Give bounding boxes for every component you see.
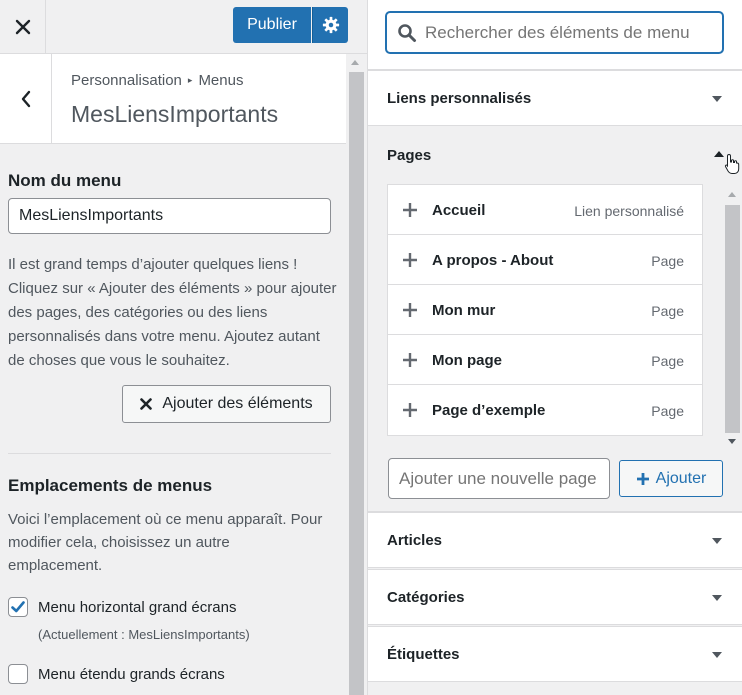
- plus-icon: [403, 203, 417, 217]
- section-header: Personnalisation ▸ Menus MesLiensImporta…: [0, 54, 346, 144]
- add-page-button[interactable]: Ajouter: [619, 460, 723, 497]
- plus-icon: [636, 472, 649, 485]
- accordion-title: Articles: [387, 531, 443, 549]
- pages-list: Accueil Lien personnalisé A propos - Abo…: [387, 184, 703, 436]
- list-item[interactable]: Mon page Page: [388, 335, 702, 385]
- page-name: Page d’exemple: [432, 402, 546, 419]
- add-items-label: Ajouter des éléments: [162, 395, 313, 412]
- location-checkbox[interactable]: [8, 664, 28, 684]
- list-item[interactable]: A propos - About Page: [388, 235, 702, 285]
- breadcrumb-current: Menus: [198, 72, 244, 89]
- accordion-title: Liens personnalisés: [387, 89, 532, 107]
- list-item[interactable]: Mon mur Page: [388, 285, 702, 335]
- chevron-down-icon: [712, 96, 722, 102]
- scrollbar-thumb[interactable]: [725, 205, 740, 433]
- breadcrumb-root: Personnalisation: [71, 72, 182, 89]
- accordion-title: Catégories: [387, 588, 465, 606]
- chevron-up-icon[interactable]: [714, 151, 724, 157]
- sidebar-scrollbar[interactable]: [346, 54, 366, 695]
- new-page-input[interactable]: [388, 458, 610, 499]
- search-area: [368, 0, 742, 70]
- scroll-up-icon[interactable]: [728, 192, 736, 197]
- page-title: MesLiensImportants: [71, 101, 279, 127]
- hand-cursor-icon: [724, 153, 740, 174]
- location-label: Menu horizontal grand écrans: [38, 598, 237, 616]
- chevron-down-icon: [712, 652, 722, 658]
- accordion-pages: Pages Accueil Lien personnalisé A propos…: [368, 127, 742, 512]
- page-type: Lien personnalisé: [574, 203, 684, 219]
- locations-description: Voici l’emplacement où ce menu apparaît.…: [8, 511, 323, 574]
- chevron-left-icon: [21, 90, 30, 108]
- plus-icon: [403, 303, 417, 317]
- gear-icon: [322, 16, 339, 34]
- close-customizer-button[interactable]: [0, 0, 46, 53]
- add-items-button[interactable]: Ajouter des éléments: [122, 385, 331, 423]
- location-label: Menu étendu grands écrans: [38, 665, 225, 683]
- locations-title: Emplacements de menus: [8, 476, 213, 495]
- divider: [8, 453, 331, 454]
- accordion-custom-links[interactable]: Liens personnalisés: [368, 70, 742, 126]
- page-type: Page: [651, 253, 684, 269]
- scroll-up-icon[interactable]: [351, 60, 359, 65]
- location-checkbox[interactable]: [8, 597, 28, 617]
- plus-icon: [403, 403, 417, 417]
- accordion-categories[interactable]: Catégories: [368, 569, 742, 625]
- accordion-articles[interactable]: Articles: [368, 512, 742, 568]
- scrollbar-thumb[interactable]: [349, 72, 364, 695]
- page-name: Mon mur: [432, 302, 496, 319]
- list-item[interactable]: Accueil Lien personnalisé: [388, 185, 702, 235]
- available-menu-items-panel: Liens personnalisés Pages Accueil Lien p…: [368, 0, 742, 695]
- accordion-title[interactable]: Pages: [387, 147, 431, 164]
- page-type: Page: [651, 403, 684, 419]
- accordion-title: Étiquettes: [387, 645, 460, 663]
- breadcrumb: Personnalisation ▸ Menus: [71, 72, 243, 89]
- search-input[interactable]: [425, 22, 715, 43]
- list-item[interactable]: Page d’exemple Page: [388, 385, 702, 435]
- add-page-label: Ajouter: [655, 469, 707, 487]
- page-name: Mon page: [432, 352, 502, 369]
- page-type: Page: [651, 303, 684, 319]
- accordion-tags[interactable]: Étiquettes: [368, 626, 742, 682]
- plus-icon: [403, 253, 417, 267]
- close-icon: [140, 398, 153, 410]
- checkmark-icon: [11, 601, 25, 613]
- customizer-sidebar: Publier Personnalisation ▸ Menus MesLien…: [0, 0, 368, 695]
- back-button[interactable]: [0, 54, 52, 144]
- search-box[interactable]: [386, 12, 723, 53]
- menu-name-input[interactable]: [8, 198, 331, 234]
- location-option[interactable]: Menu étendu grands écrans: [8, 664, 225, 684]
- location-current-note: (Actuellement : MesLiensImportants): [38, 627, 250, 642]
- page-type: Page: [651, 353, 684, 369]
- plus-icon: [403, 353, 417, 367]
- menu-name-label: Nom du menu: [8, 171, 122, 190]
- help-text: Il est grand temps d’ajouter quelques li…: [8, 256, 337, 369]
- publish-button[interactable]: Publier: [233, 7, 311, 43]
- chevron-down-icon: [712, 595, 722, 601]
- chevron-down-icon: [712, 538, 722, 544]
- publish-settings-button[interactable]: [312, 7, 348, 43]
- search-icon: [398, 23, 416, 42]
- page-name: Accueil: [432, 202, 486, 219]
- scroll-down-icon[interactable]: [728, 439, 736, 444]
- page-name: A propos - About: [432, 252, 554, 269]
- breadcrumb-separator-icon: ▸: [187, 75, 193, 85]
- location-option[interactable]: Menu horizontal grand écrans: [8, 597, 236, 617]
- close-icon: [15, 19, 30, 34]
- pages-scrollbar[interactable]: [724, 189, 740, 449]
- customizer-topbar: Publier: [0, 0, 367, 54]
